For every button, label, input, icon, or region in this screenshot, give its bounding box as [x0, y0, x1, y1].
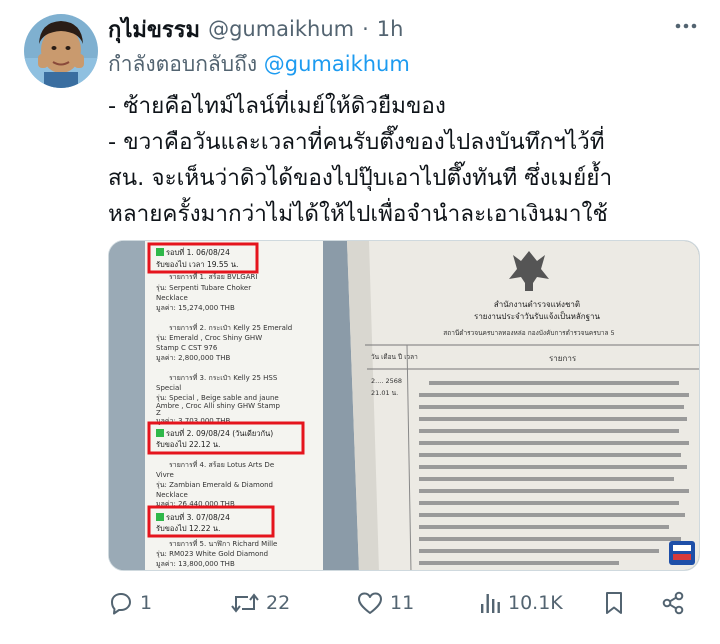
avatar-image: [24, 14, 98, 88]
tweet-header: กุไม่ขรรม @gumaikhum · 1h: [108, 14, 696, 44]
more-options-button[interactable]: [672, 12, 700, 40]
round-3-label: รอบที่ 3. 07/08/24: [166, 512, 230, 522]
repost-count: 22: [266, 592, 291, 614]
item-5: รายการที่ 5. นาฬิกา Richard Mille: [169, 539, 277, 548]
item-3-model: Z: [156, 409, 161, 417]
reply-button[interactable]: 1: [108, 590, 152, 616]
like-button[interactable]: 11: [356, 590, 414, 616]
item-1: รายการที่ 1. สร้อย BVLGARI: [169, 272, 257, 281]
tweet-line: หลายครั้งมากว่าไม่ได้ให้ไปเพื่อจำนำละเอา…: [108, 201, 608, 227]
item-4: รายการที่ 4. สร้อย Lotus Arts De: [169, 460, 274, 469]
item-5-model: รุ่น: RM023 White Gold Diamond: [156, 550, 268, 558]
item-3-model: รุ่น: Special , Beige sable and jaune: [156, 394, 279, 402]
repost-icon: [231, 593, 259, 613]
tweet-line: - ซ้ายคือไทม์ไลน์ที่เมย์ให้ดิวยืมของ: [108, 93, 446, 119]
item-3-model: Special: [156, 384, 181, 392]
check-icon: [156, 429, 164, 437]
replying-to: กำลังตอบกลับถึง @gumaikhum: [108, 48, 410, 81]
item-2: รายการที่ 2. กระเป๋า Kelly 25 Emerald: [169, 323, 292, 332]
item-2-model: Stamp C CST 976: [156, 344, 218, 352]
bookmark-button[interactable]: [602, 590, 626, 616]
item-4-model: Necklace: [156, 491, 188, 499]
reply-mention-link[interactable]: @gumaikhum: [264, 52, 410, 76]
tweet-line: - ขวาคือวันและเวลาที่คนรับตึ๊งของไปลงบัน…: [108, 129, 605, 155]
attached-photo: รอบที่ 1. 06/08/24 รับของไป เวลา 19.55 น…: [109, 241, 699, 570]
more-dots-icon: [675, 23, 697, 29]
round-2-time: รับของไป 22.12 น.: [156, 440, 220, 449]
tweet-actions: 1 22 11 10.1K: [108, 590, 698, 622]
round-2-label: รอบที่ 2. 09/08/24 (วันเดียวกัน): [166, 428, 273, 438]
bookmark-icon: [606, 592, 622, 614]
item-5-value: มูลค่า: 13,800,000 THB: [156, 560, 235, 568]
views-chart-icon: [481, 594, 500, 613]
report-title: รายงานประจำวันรับแจ้งเป็นหลักฐาน: [474, 311, 600, 321]
col-date-header: วัน เดือน ปี เวลา: [371, 353, 418, 361]
views-button[interactable]: 10.1K: [478, 590, 563, 616]
repost-button[interactable]: 22: [230, 590, 290, 616]
tweet-media-image[interactable]: รอบที่ 1. 06/08/24 รับของไป เวลา 19.55 น…: [108, 240, 700, 571]
check-icon: [156, 513, 164, 521]
item-2-value: มูลค่า: 2,800,000 THB: [156, 354, 230, 362]
tweet-line: สน. จะเห็นว่าดิวได้ของไปปุ๊บเอาไปตึ๊งทัน…: [108, 165, 613, 191]
broadcaster-logo-icon: [669, 541, 695, 565]
item-1-value: มูลค่า: 15,274,000 THB: [156, 304, 235, 312]
item-3: รายการที่ 3. กระเป๋า Kelly 25 HSS: [169, 373, 278, 382]
separator-dot: ·: [362, 17, 369, 41]
reply-count: 1: [140, 592, 153, 614]
report-agency: สำนักงานตำรวจแห่งชาติ: [494, 300, 580, 309]
item-4-model: Vivre: [156, 471, 174, 479]
item-4-model: รุ่น: Zambian Emerald & Diamond: [156, 481, 273, 489]
check-icon: [156, 248, 164, 256]
item-2-model: รุ่น: Emerald , Croc Shiny GHW: [156, 334, 262, 342]
item-1-model: รุ่น: Serpenti Tubare Choker: [156, 284, 251, 292]
item-1-model: Necklace: [156, 294, 188, 302]
timestamp[interactable]: 1h: [377, 17, 404, 41]
reply-icon: [111, 593, 131, 615]
tweet-text: - ซ้ายคือไทม์ไลน์ที่เมย์ให้ดิวยืมของ - ข…: [108, 88, 708, 232]
round-1-label: รอบที่ 1. 06/08/24: [166, 247, 230, 257]
views-count: 10.1K: [508, 592, 563, 614]
round-3-time: รับของไป 12.22 น.: [156, 524, 220, 533]
round-1-time: รับของไป เวลา 19.55 น.: [156, 260, 238, 269]
report-date: 2.... 2568: [371, 377, 402, 385]
col-item-header: รายการ: [549, 354, 577, 363]
share-button[interactable]: [660, 590, 686, 616]
share-icon: [662, 591, 684, 615]
heart-icon: [358, 592, 382, 614]
display-name[interactable]: กุไม่ขรรม: [108, 12, 200, 47]
avatar[interactable]: [24, 14, 98, 88]
like-count: 11: [390, 592, 415, 614]
item-3-model: Ambre , Croc Alli shiny GHW Stamp: [156, 402, 281, 410]
replying-to-label: กำลังตอบกลับถึง: [108, 52, 264, 76]
report-time: 21.01 น.: [371, 389, 398, 397]
report-station: สถานีตำรวจนครบาลทองหล่อ กองบังคับการตำรว…: [443, 329, 614, 337]
user-handle[interactable]: @gumaikhum: [208, 17, 354, 41]
